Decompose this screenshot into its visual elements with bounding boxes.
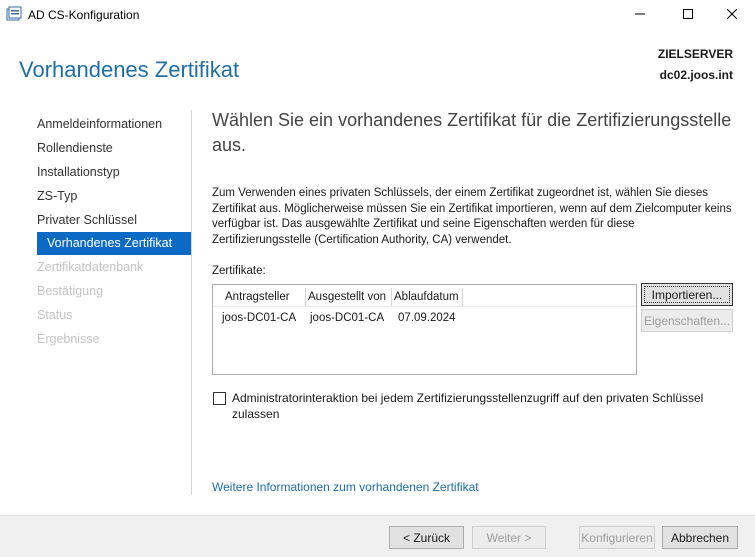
admin-interaction-checkbox[interactable] (213, 392, 226, 405)
target-server-name: dc02.joos.int (659, 68, 733, 82)
more-info-link[interactable]: Weitere Informationen zum vorhandenen Ze… (212, 480, 479, 494)
nav-item-vorhandenes-zertifikat[interactable]: Vorhandenes Zertifikat (37, 232, 191, 255)
cell-antragsteller: joos-DC01-CA (222, 312, 297, 324)
column-header-ablaufdatum[interactable]: Ablaufdatum (391, 288, 463, 306)
close-icon (726, 8, 738, 22)
wizard-nav: Anmeldeinformationen Rollendienste Insta… (29, 112, 191, 351)
table-row[interactable]: joos-DC01-CA joos-DC01-CA 07.09.2024 (214, 309, 635, 327)
section-title: Wählen Sie ein vorhandenes Zertifikat fü… (212, 110, 732, 155)
admin-interaction-label[interactable]: Administratorinteraktion bei jedem Zerti… (232, 390, 722, 422)
certificates-label: Zertifikate: (212, 265, 266, 277)
header-divider (214, 306, 635, 307)
nav-item-zertifikatdatenbank: Zertifikatdatenbank (37, 260, 144, 274)
main-content: Wählen Sie ein vorhandenes Zertifikat fü… (212, 108, 742, 421)
minimize-icon (635, 8, 645, 22)
page-title: Vorhandenes Zertifikat (19, 57, 240, 82)
import-button[interactable]: Importieren... (641, 283, 733, 306)
wizard-header: Vorhandenes Zertifikat ZIELSERVER dc02.j… (0, 30, 755, 94)
configure-button: Konfigurieren (579, 526, 655, 549)
nav-item-privater-schluessel[interactable]: Privater Schlüssel (29, 208, 191, 232)
server-manager-icon (6, 6, 22, 22)
maximize-button[interactable] (665, 0, 711, 30)
nav-divider (191, 110, 192, 495)
close-button[interactable] (709, 0, 755, 30)
target-server-label: ZIELSERVER (657, 47, 733, 61)
back-button[interactable]: < Zurück (389, 526, 464, 549)
title-bar: AD CS-Konfiguration (0, 0, 755, 30)
cancel-button[interactable]: Abbrechen (662, 526, 738, 549)
minimize-button[interactable] (617, 0, 663, 30)
wizard-footer: < Zurück Weiter > Konfigurieren Abbreche… (0, 515, 755, 557)
nav-item-rollendienste[interactable]: Rollendienste (29, 136, 191, 160)
nav-item-anmeldeinformationen[interactable]: Anmeldeinformationen (29, 112, 191, 136)
properties-button: Eigenschaften... (641, 309, 733, 332)
nav-item-status: Status (37, 308, 73, 322)
certificate-list[interactable]: Antragsteller Ausgestellt von Ablaufdatu… (212, 284, 637, 375)
nav-item-installationstyp[interactable]: Installationstyp (29, 160, 191, 184)
next-button: Weiter > (472, 526, 546, 549)
maximize-icon (683, 8, 693, 22)
nav-item-bestaetigung: Bestätigung (37, 284, 104, 298)
column-header-antragsteller[interactable]: Antragsteller (222, 288, 306, 306)
window-title: AD CS-Konfiguration (28, 8, 140, 22)
cell-ausgestellt-von: joos-DC01-CA (310, 312, 385, 324)
nav-item-ergebnisse: Ergebnisse (37, 332, 100, 346)
cell-ablaufdatum: 07.09.2024 (398, 312, 456, 324)
description-text: Zum Verwenden eines privaten Schlüssels,… (212, 187, 732, 246)
column-header-ausgestellt-von[interactable]: Ausgestellt von (305, 288, 392, 306)
nav-item-zs-typ[interactable]: ZS-Typ (29, 184, 191, 208)
